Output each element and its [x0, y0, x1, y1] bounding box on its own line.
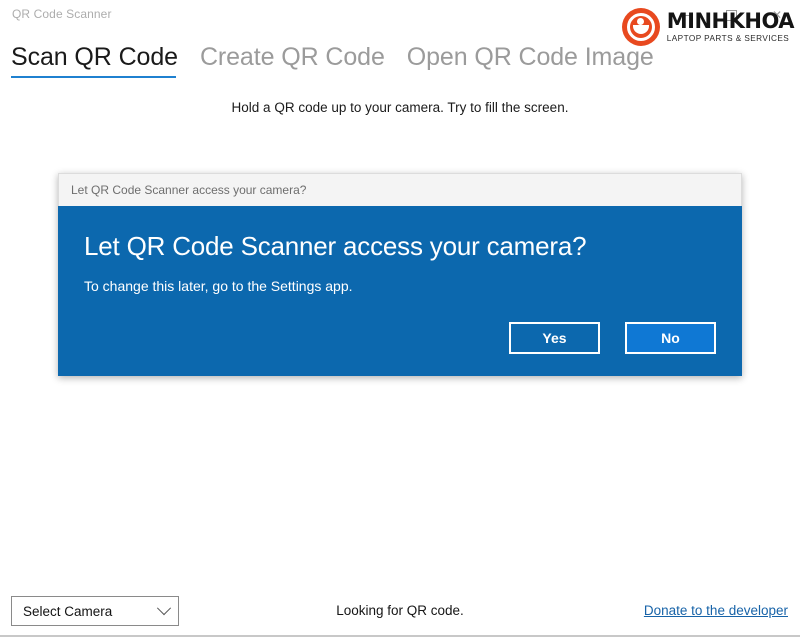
bottom-bar: Select Camera Looking for QR code. Donat… — [0, 588, 800, 635]
close-icon: ✕ — [771, 8, 783, 22]
close-button[interactable]: ✕ — [754, 0, 800, 30]
yes-button-label: Yes — [542, 330, 567, 347]
tab-label: Scan QR Code — [11, 43, 178, 71]
dialog-titlebar-text: Let QR Code Scanner access your camera? — [71, 183, 307, 197]
no-button[interactable]: No — [625, 322, 716, 355]
tab-open-qr-code-image[interactable]: Open QR Code Image — [407, 42, 654, 78]
window-controls: ✕ — [662, 0, 800, 30]
window-titlebar: QR Code Scanner ✕ — [0, 0, 800, 32]
instruction-text: Hold a QR code up to your camera. Try to… — [231, 100, 569, 115]
app-window: QR Code Scanner ✕ MINHKHOA LAPTOP PARTS … — [0, 0, 800, 637]
no-button-label: No — [661, 330, 680, 347]
tab-create-qr-code[interactable]: Create QR Code — [200, 42, 385, 78]
tab-bar: Scan QR Code Create QR Code Open QR Code… — [0, 34, 800, 78]
donate-link[interactable]: Donate to the developer — [644, 603, 788, 618]
minimize-icon — [679, 14, 691, 16]
maximize-button[interactable] — [708, 0, 754, 30]
tab-scan-qr-code[interactable]: Scan QR Code — [11, 42, 178, 78]
tab-label: Open QR Code Image — [406, 43, 654, 71]
app-title: QR Code Scanner — [12, 7, 112, 21]
dialog-body: Let QR Code Scanner access your camera? … — [58, 206, 742, 377]
maximize-icon — [725, 9, 737, 21]
camera-viewfinder: Let QR Code Scanner access your camera? … — [0, 115, 800, 588]
tab-label: Create QR Code — [199, 43, 385, 71]
yes-button[interactable]: Yes — [509, 322, 600, 355]
minimize-button[interactable] — [662, 0, 708, 30]
dialog-heading: Let QR Code Scanner access your camera? — [84, 231, 587, 261]
dialog-actions: Yes No — [84, 322, 716, 355]
dialog-subtext: To change this later, go to the Settings… — [84, 277, 353, 294]
camera-permission-dialog: Let QR Code Scanner access your camera? … — [58, 173, 742, 377]
dialog-titlebar: Let QR Code Scanner access your camera? — [58, 173, 742, 206]
tab-selected-underline — [11, 76, 176, 78]
